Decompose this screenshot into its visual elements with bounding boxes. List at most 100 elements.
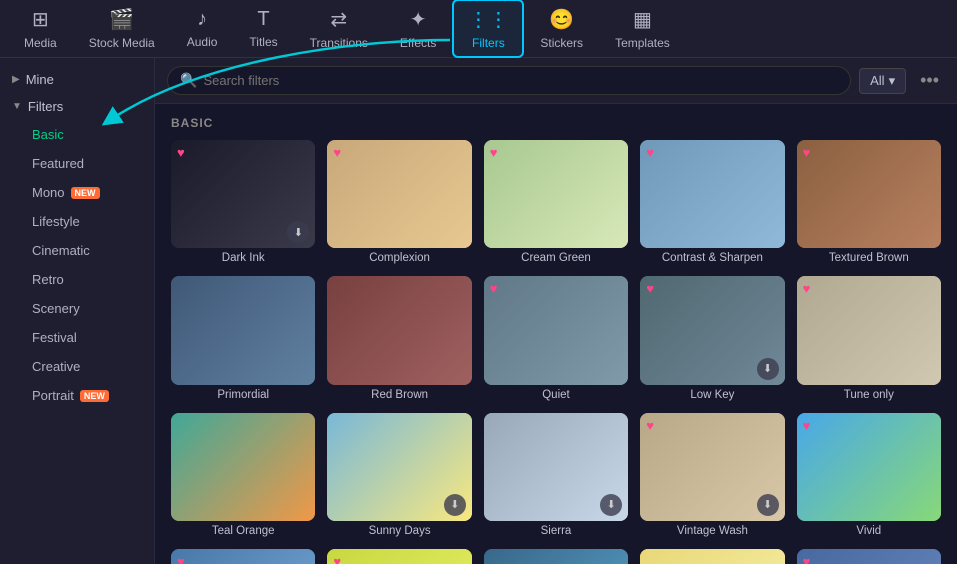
filter-thumb-teal-orange: [171, 413, 315, 521]
badge-portrait: NEW: [80, 390, 109, 402]
filter-thumb-contrast-sharpen: ♥: [640, 140, 784, 248]
download-icon[interactable]: ⬇: [600, 494, 622, 516]
filter-card-teal-orange[interactable]: Teal Orange: [171, 413, 315, 537]
filter-thumb-quiet: ♥: [484, 276, 628, 384]
filter-thumb-sierra: ⬇: [484, 413, 628, 521]
filter-card-textured-brown[interactable]: ♥ Textured Brown: [797, 140, 941, 264]
filter-card-tune-only[interactable]: ♥ Tune only: [797, 276, 941, 400]
filter-card-chartreuse[interactable]: ♥⬇Chartreuse: [327, 549, 471, 564]
heart-icon[interactable]: ♥: [646, 418, 654, 433]
heart-icon[interactable]: ♥: [333, 145, 341, 160]
heart-icon[interactable]: ♥: [646, 145, 654, 160]
sidebar-filters-header[interactable]: ▼Filters: [0, 93, 154, 120]
toolbar-label-effects: Effects: [400, 36, 436, 50]
toolbar-item-templates[interactable]: ▦ Templates: [599, 0, 686, 58]
filter-card-sierra[interactable]: ⬇Sierra: [484, 413, 628, 537]
filter-card-vintage-wash[interactable]: ♥⬇Vintage Wash: [640, 413, 784, 537]
sidebar-item-label-lifestyle: Lifestyle: [32, 214, 80, 229]
toolbar-item-stickers[interactable]: 😊 Stickers: [524, 0, 599, 58]
chevron-down-icon: ▾: [889, 73, 896, 89]
filter-name-textured-brown: Textured Brown: [797, 252, 941, 264]
sidebar-item-scenery[interactable]: Scenery: [4, 294, 150, 323]
download-icon[interactable]: ⬇: [757, 358, 779, 380]
sidebar-item-label-festival: Festival: [32, 330, 77, 345]
filter-card-vivid[interactable]: ♥Vivid: [797, 413, 941, 537]
toolbar-label-audio: Audio: [187, 35, 218, 49]
search-input-wrap[interactable]: 🔍: [167, 66, 851, 95]
sidebar-item-festival[interactable]: Festival: [4, 323, 150, 352]
sidebar-item-featured[interactable]: Featured: [4, 149, 150, 178]
sidebar-item-label-portrait: Portrait: [32, 388, 74, 403]
filter-name-sunny-days: Sunny Days: [327, 525, 471, 537]
heart-icon[interactable]: ♥: [803, 418, 811, 433]
toolbar-item-titles[interactable]: T Titles: [233, 0, 293, 57]
heart-icon[interactable]: ♥: [803, 145, 811, 160]
filter-card-bright[interactable]: ⬇Bright: [640, 549, 784, 564]
sidebar-item-retro[interactable]: Retro: [4, 265, 150, 294]
heart-icon[interactable]: ♥: [646, 281, 654, 296]
search-input[interactable]: [203, 73, 838, 88]
sidebar-item-label-cinematic: Cinematic: [32, 243, 90, 258]
heart-icon[interactable]: ♥: [490, 281, 498, 296]
filter-card-sunny-days[interactable]: ⬇ Sunny Days: [327, 413, 471, 537]
filter-card-low-key[interactable]: ♥⬇Low Key: [640, 276, 784, 400]
toolbar-item-stock-media[interactable]: 🎬 Stock Media: [73, 0, 171, 58]
heart-icon[interactable]: ♥: [333, 554, 341, 564]
audio-icon: ♪: [197, 8, 207, 31]
titles-icon: T: [257, 8, 269, 31]
filter-name-primordial: Primordial: [171, 389, 315, 401]
sidebar-item-basic[interactable]: Basic: [4, 120, 150, 149]
section-label: BASIC: [171, 116, 941, 130]
sidebar-item-creative[interactable]: Creative: [4, 352, 150, 381]
stickers-icon: 😊: [549, 7, 574, 32]
filter-card-clear-contrast[interactable]: ⬇Clear Contrast 03: [484, 549, 628, 564]
filter-name-red-brown: Red Brown: [327, 389, 471, 401]
filter-card-dark-ink[interactable]: ♥⬇Dark Ink: [171, 140, 315, 264]
filter-card-cream-green[interactable]: ♥Cream Green: [484, 140, 628, 264]
toolbar-label-stock-media: Stock Media: [89, 36, 155, 50]
heart-icon[interactable]: ♥: [177, 554, 185, 564]
filter-name-tune-only: Tune only: [797, 389, 941, 401]
more-options-button[interactable]: •••: [914, 68, 945, 93]
sidebar-item-mono[interactable]: MonoNEW: [4, 178, 150, 207]
filter-card-bluish-grey[interactable]: ♥⬇Bluish Grey: [171, 549, 315, 564]
heart-icon[interactable]: ♥: [803, 554, 811, 564]
mine-label: Mine: [26, 72, 54, 87]
filter-card-quiet[interactable]: ♥Quiet: [484, 276, 628, 400]
toolbar-item-audio[interactable]: ♪ Audio: [171, 0, 234, 57]
sidebar-item-label-basic: Basic: [32, 127, 64, 142]
toolbar-item-media[interactable]: ⊞ Media: [8, 0, 73, 58]
toolbar-item-transitions[interactable]: ⇄ Transitions: [294, 0, 384, 58]
toolbar-label-titles: Titles: [249, 35, 277, 49]
filter-card-contrast-sharpen[interactable]: ♥ Contrast & Sharpen: [640, 140, 784, 264]
filter-dropdown[interactable]: All ▾: [859, 68, 906, 94]
download-icon[interactable]: ⬇: [757, 494, 779, 516]
filter-thumb-vintage-wash: ♥⬇: [640, 413, 784, 521]
templates-icon: ▦: [633, 7, 652, 32]
toolbar-item-effects[interactable]: ✦ Effects: [384, 0, 452, 58]
sidebar-mine-header[interactable]: ▶Mine: [0, 66, 154, 93]
toolbar-label-stickers: Stickers: [540, 36, 583, 50]
heart-icon[interactable]: ♥: [803, 281, 811, 296]
sidebar-item-portrait[interactable]: Portrait NEW: [4, 381, 150, 410]
filter-thumb-chartreuse: ♥⬇: [327, 549, 471, 564]
filter-thumb-clear-contrast: ⬇: [484, 549, 628, 564]
filter-label: All: [870, 73, 884, 88]
download-icon[interactable]: ⬇: [444, 494, 466, 516]
toolbar-item-filters[interactable]: ⋮⋮ Filters: [452, 0, 524, 58]
content-area: 🔍 All ▾ ••• BASIC ♥⬇Dark Ink♥Complexion♥…: [155, 58, 957, 564]
filter-card-blue-grey-02[interactable]: ♥⬇Blue Grey 02: [797, 549, 941, 564]
sidebar-item-label-retro: Retro: [32, 272, 64, 287]
sidebar-item-cinematic[interactable]: Cinematic: [4, 236, 150, 265]
sidebar-item-lifestyle[interactable]: Lifestyle: [4, 207, 150, 236]
filter-thumb-blue-grey-02: ♥⬇: [797, 549, 941, 564]
transitions-icon: ⇄: [330, 7, 347, 32]
filter-thumb-textured-brown: ♥: [797, 140, 941, 248]
heart-icon[interactable]: ♥: [490, 145, 498, 160]
filter-card-primordial[interactable]: Primordial: [171, 276, 315, 400]
filter-card-red-brown[interactable]: Red Brown: [327, 276, 471, 400]
filter-card-complexion[interactable]: ♥Complexion: [327, 140, 471, 264]
filter-name-contrast-sharpen: Contrast & Sharpen: [640, 252, 784, 264]
filters-icon: ⋮⋮: [468, 7, 508, 32]
heart-icon[interactable]: ♥: [177, 145, 185, 160]
